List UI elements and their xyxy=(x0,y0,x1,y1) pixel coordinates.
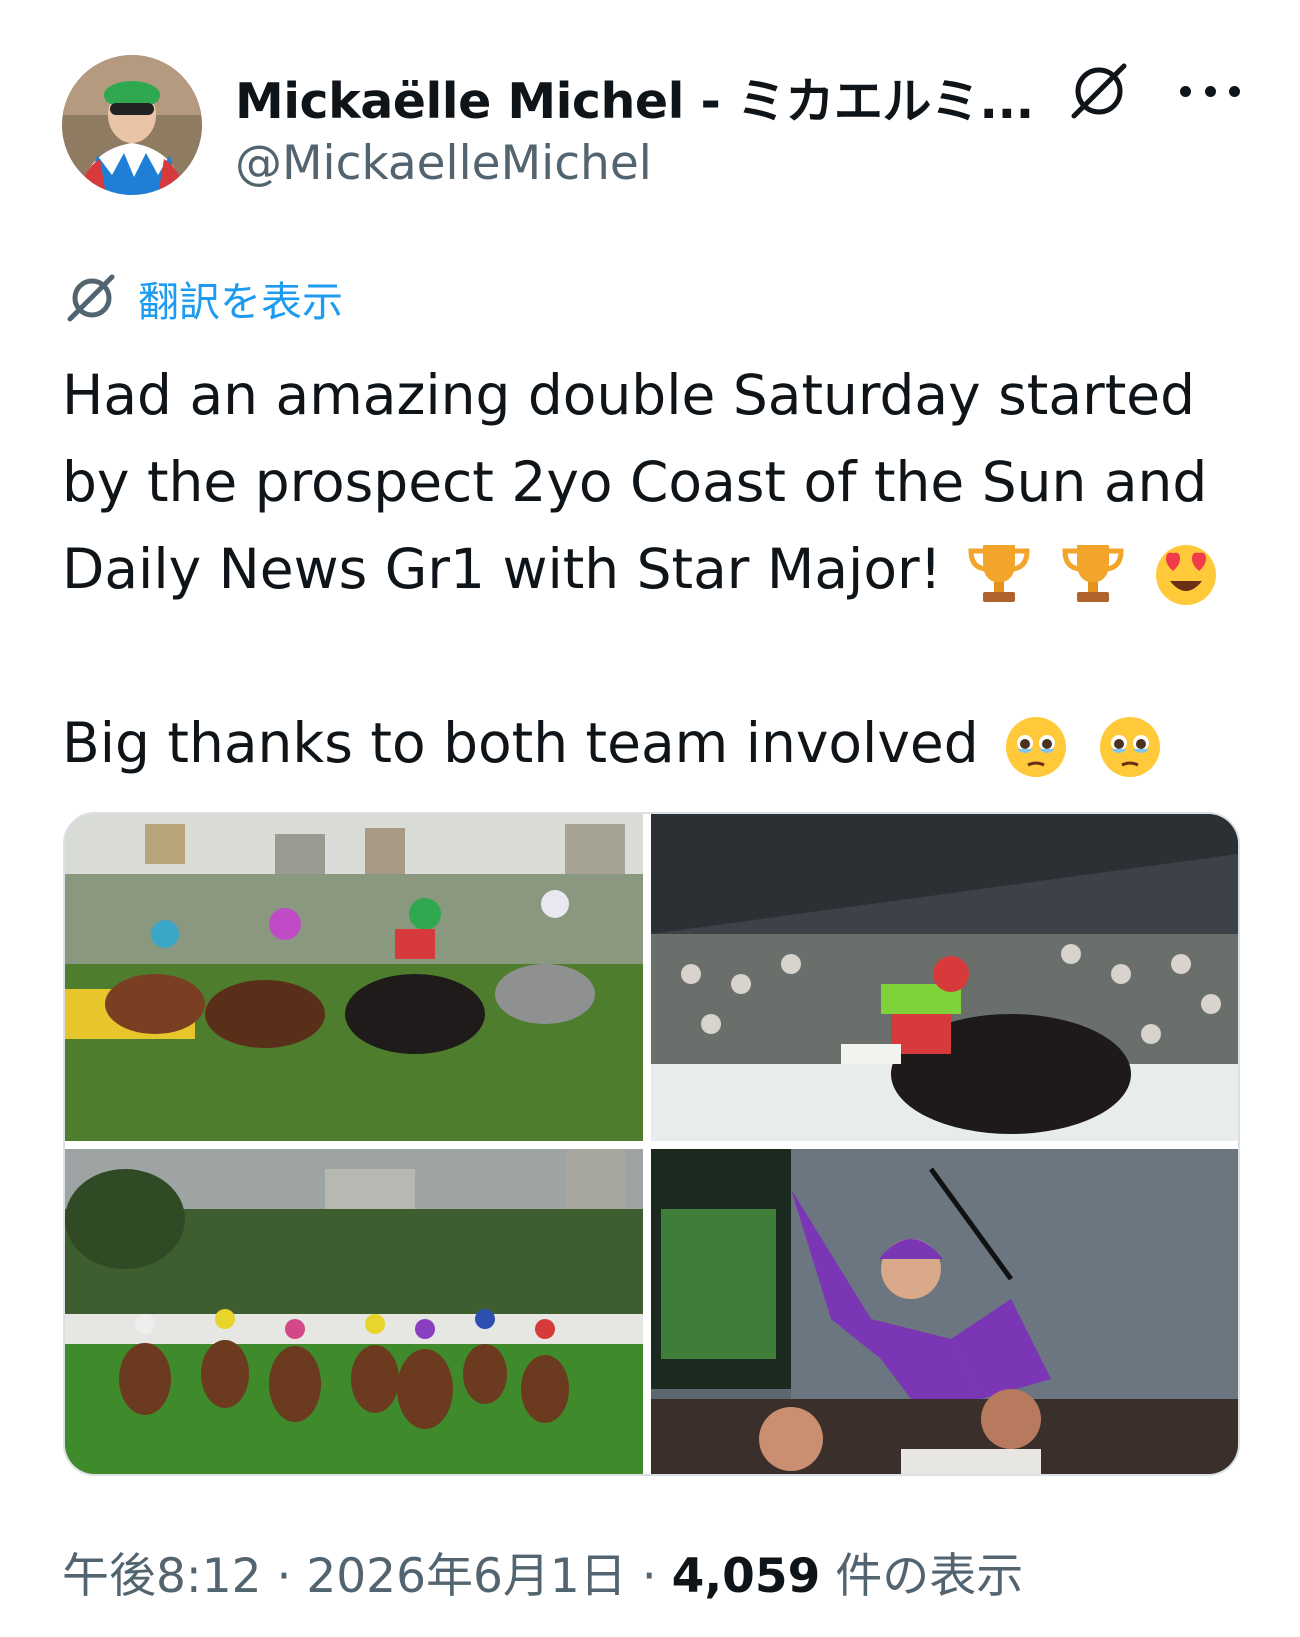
tweet-line: Had an amazing double Saturday started xyxy=(62,363,1196,427)
meta-separator: · xyxy=(626,1549,672,1604)
jockey-celebration-photo[interactable] xyxy=(651,1149,1238,1474)
tweet-meta: 午後8:12 · 2026年6月1日 · 4,059 件の表示 xyxy=(62,1537,1023,1606)
grok-translate-icon xyxy=(67,274,115,322)
media-grid xyxy=(63,812,1240,1476)
tweet-time[interactable]: 午後8:12 xyxy=(62,1549,262,1604)
tweet-line-text: Big thanks to both team involved xyxy=(62,711,979,775)
tweet-line-text: Daily News Gr1 with Star Major! xyxy=(62,537,942,601)
jockey-avatar-icon xyxy=(62,55,202,195)
tweet-date[interactable]: 2026年6月1日 xyxy=(306,1549,626,1604)
show-translation-label: 翻訳を表示 xyxy=(138,278,343,326)
heart-eyes-icon xyxy=(1156,544,1217,605)
avatar[interactable] xyxy=(62,55,202,195)
author-display-name[interactable]: Mickaëlle Michel - ミカエルミ... xyxy=(235,62,1034,133)
face-holding-back-tears-icon xyxy=(1099,716,1160,777)
author-handle[interactable]: @MickaelleMichel xyxy=(235,136,652,191)
views-count: 4,059 xyxy=(671,1549,821,1604)
tweet-spacer xyxy=(62,613,1262,700)
trophy-icon xyxy=(1062,544,1124,602)
race-field-photo[interactable] xyxy=(65,1149,643,1474)
grok-icon[interactable] xyxy=(1068,60,1130,122)
dot-icon xyxy=(1229,85,1240,97)
dot-icon xyxy=(1180,85,1191,97)
tweet-line: Daily News Gr1 with Star Major! xyxy=(62,526,1262,613)
winner-horse-photo[interactable] xyxy=(651,814,1238,1141)
face-holding-back-tears-icon xyxy=(1006,716,1067,777)
trophy-icon xyxy=(968,544,1030,602)
views-label: 件の表示 xyxy=(820,1549,1024,1604)
more-icon[interactable] xyxy=(1180,78,1240,104)
tweet-line: Big thanks to both team involved xyxy=(62,700,1262,787)
show-translation-button[interactable]: 翻訳を表示 xyxy=(62,268,343,328)
tweet-text: Had an amazing double Saturday started b… xyxy=(62,352,1262,787)
dot-icon xyxy=(1204,85,1216,97)
horse-race-photo[interactable] xyxy=(65,814,643,1141)
tweet-line: by the prospect 2yo Coast of the Sun and xyxy=(62,450,1208,514)
meta-separator: · xyxy=(261,1549,307,1604)
